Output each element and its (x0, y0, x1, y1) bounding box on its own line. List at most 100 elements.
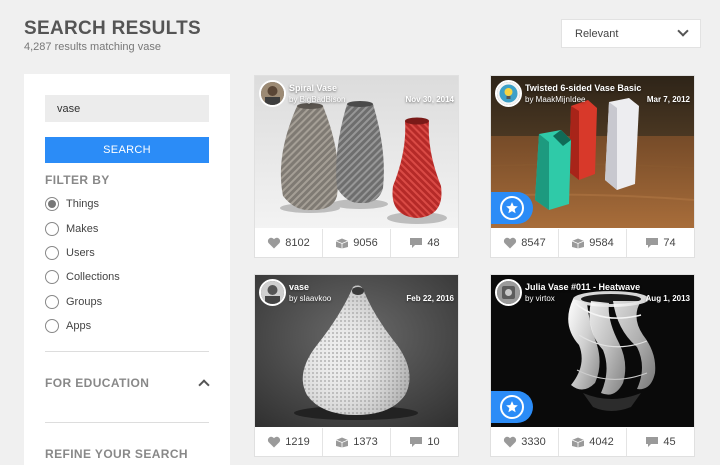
collect-count-value: 1373 (353, 436, 378, 448)
radio-icon[interactable] (45, 221, 59, 236)
collect-count[interactable]: 9056 (323, 229, 391, 257)
comment-count[interactable]: 45 (627, 428, 694, 456)
filter-option-users[interactable]: Users (45, 241, 120, 265)
comment-icon (409, 436, 423, 448)
comment-count-value: 48 (427, 237, 440, 249)
star-icon (506, 401, 518, 413)
divider (45, 351, 209, 352)
user-avatar[interactable] (259, 279, 286, 306)
comment-count[interactable]: 74 (627, 229, 694, 257)
radio-icon[interactable] (45, 294, 59, 309)
comment-count-value: 45 (663, 436, 676, 448)
featured-badge (491, 391, 533, 423)
chevron-up-icon[interactable] (198, 379, 210, 391)
education-section-toggle[interactable]: FOR EDUCATION (45, 376, 149, 390)
heart-icon (503, 436, 517, 448)
thing-author[interactable]: by slaavkoo (289, 294, 331, 303)
result-count: 4,287 results matching vase (24, 41, 161, 53)
like-count[interactable]: 8102 (255, 229, 323, 257)
result-card[interactable]: Twisted 6-sided Vase Basic by MaakMijnId… (490, 75, 695, 258)
comment-count-value: 10 (427, 436, 440, 448)
comment-icon (645, 237, 659, 249)
heart-icon (503, 237, 517, 249)
thing-author[interactable]: by virtox (525, 294, 555, 303)
user-avatar[interactable] (495, 80, 522, 107)
comment-icon (409, 237, 423, 249)
thing-date: Nov 30, 2014 (405, 95, 454, 104)
radio-checked-icon[interactable] (45, 197, 59, 212)
filter-label: Groups (66, 295, 103, 308)
filter-label: Apps (66, 320, 92, 333)
thing-date: Aug 1, 2013 (645, 294, 690, 303)
like-count[interactable]: 8547 (491, 229, 559, 257)
collection-icon (571, 237, 585, 249)
collect-count-value: 9056 (353, 237, 378, 249)
collect-count-value: 9584 (589, 237, 614, 249)
filter-label: Makes (66, 222, 99, 235)
like-count-value: 8102 (285, 237, 310, 249)
comment-icon (645, 436, 659, 448)
thing-thumbnail[interactable]: Julia Vase #011 - Heatwave by virtox Aug… (491, 275, 694, 427)
collect-count[interactable]: 4042 (559, 428, 627, 456)
filter-option-things[interactable]: Things (45, 192, 120, 216)
comment-count-value: 74 (663, 237, 676, 249)
result-card[interactable]: Julia Vase #011 - Heatwave by virtox Aug… (490, 274, 695, 457)
filter-option-collections[interactable]: Collections (45, 265, 120, 289)
refine-search-toggle[interactable]: REFINE YOUR SEARCH (45, 447, 188, 461)
radio-icon[interactable] (45, 319, 59, 334)
radio-icon[interactable] (45, 245, 59, 260)
heart-icon (267, 436, 281, 448)
thing-date: Mar 7, 2012 (646, 95, 690, 104)
comment-count[interactable]: 10 (391, 428, 458, 456)
sort-selected-label: Relevant (575, 27, 619, 40)
page-title: SEARCH RESULTS (24, 18, 201, 39)
filter-label: Collections (66, 271, 120, 284)
user-avatar[interactable] (259, 80, 286, 107)
sort-dropdown[interactable]: Relevant (561, 19, 701, 48)
filter-heading: FILTER BY (45, 173, 110, 187)
search-button[interactable]: SEARCH (45, 137, 209, 163)
collect-count[interactable]: 9584 (559, 229, 627, 257)
filter-option-groups[interactable]: Groups (45, 290, 120, 314)
thing-title[interactable]: Twisted 6-sided Vase Basic (525, 83, 641, 93)
card-stats: 1219 1373 10 (255, 428, 458, 456)
collection-icon (335, 237, 349, 249)
collect-count-value: 4042 (589, 436, 614, 448)
sidebar: SEARCH FILTER BY Things Makes Users Coll… (24, 74, 230, 465)
thing-thumbnail[interactable]: vase by slaavkoo Feb 22, 2016 (255, 275, 458, 427)
result-card[interactable]: vase by slaavkoo Feb 22, 2016 1219 1373 … (254, 274, 459, 457)
radio-icon[interactable] (45, 270, 59, 285)
like-count[interactable]: 3330 (491, 428, 559, 456)
filter-option-apps[interactable]: Apps (45, 314, 120, 338)
collect-count[interactable]: 1373 (323, 428, 391, 456)
filter-label: Things (66, 198, 100, 211)
like-count-value: 8547 (521, 237, 546, 249)
chevron-down-icon (677, 25, 689, 37)
thing-title[interactable]: Julia Vase #011 - Heatwave (525, 282, 640, 292)
search-input[interactable] (45, 95, 209, 122)
thing-author[interactable]: by BigBadBison (289, 95, 345, 104)
card-stats: 3330 4042 45 (491, 428, 694, 456)
collection-icon (571, 436, 585, 448)
filter-list: Things Makes Users Collections Groups Ap… (45, 192, 120, 338)
result-card[interactable]: Spiral Vase by BigBadBison Nov 30, 2014 … (254, 75, 459, 258)
thing-title[interactable]: Spiral Vase (289, 83, 337, 93)
thing-thumbnail[interactable]: Spiral Vase by BigBadBison Nov 30, 2014 (255, 76, 458, 228)
featured-badge (491, 192, 533, 224)
like-count-value: 1219 (285, 436, 310, 448)
divider (45, 422, 209, 423)
thing-author[interactable]: by MaakMijnIdee (525, 95, 585, 104)
thing-date: Feb 22, 2016 (406, 294, 454, 303)
star-icon (506, 202, 518, 214)
like-count-value: 3330 (521, 436, 546, 448)
collection-icon (335, 436, 349, 448)
comment-count[interactable]: 48 (391, 229, 458, 257)
user-avatar[interactable] (495, 279, 522, 306)
thing-title[interactable]: vase (289, 282, 309, 292)
filter-option-makes[interactable]: Makes (45, 216, 120, 240)
card-stats: 8547 9584 74 (491, 229, 694, 257)
like-count[interactable]: 1219 (255, 428, 323, 456)
heart-icon (267, 237, 281, 249)
filter-label: Users (66, 246, 95, 259)
thing-thumbnail[interactable]: Twisted 6-sided Vase Basic by MaakMijnId… (491, 76, 694, 228)
